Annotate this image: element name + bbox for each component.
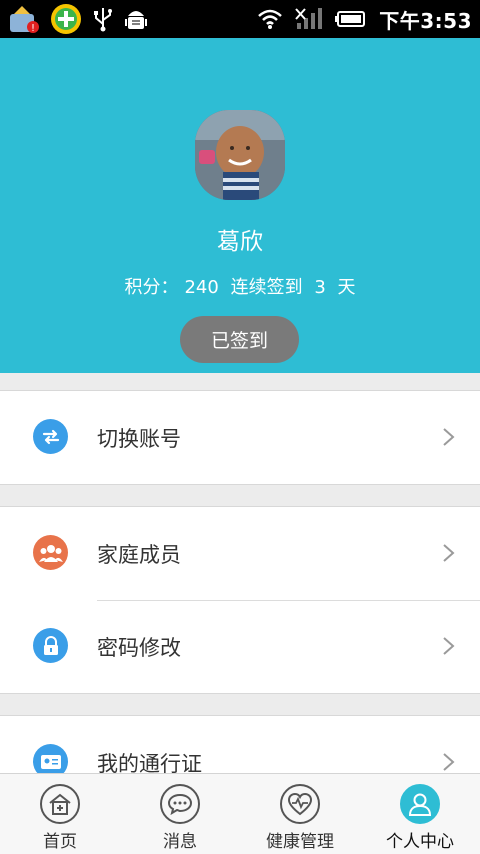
menu-label: 家庭成员 (97, 542, 181, 567)
wifi-icon (257, 8, 283, 30)
status-time: 下午3:53 (379, 8, 472, 33)
tab-profile[interactable]: 个人中心 (360, 774, 480, 854)
usb-icon (92, 6, 114, 32)
bottom-tab-bar: 首页 消息 健康管理 个人中心 (0, 773, 480, 854)
profile-header: 葛欣 积分： 240 连续签到 3 天 已签到 (0, 38, 480, 373)
avatar[interactable] (195, 110, 285, 200)
streak-value: 3 (314, 277, 326, 298)
menu-item-switch-account[interactable]: 切换账号 (0, 391, 480, 484)
no-signal-icon (295, 7, 323, 31)
user-icon (400, 784, 440, 824)
menu-group-account: 切换账号 (0, 390, 480, 485)
points-label: 积分： (124, 277, 179, 298)
streak-label: 连续签到 (230, 277, 303, 298)
menu-label: 切换账号 (97, 426, 181, 451)
points-value: 240 (184, 277, 219, 298)
menu-label: 密码修改 (97, 635, 181, 660)
health-icon (280, 784, 320, 824)
username: 葛欣 (217, 229, 263, 255)
tab-home[interactable]: 首页 (0, 774, 120, 854)
tab-label: 个人中心 (386, 832, 454, 852)
chevron-right-icon (443, 637, 455, 655)
plus-app-icon (50, 3, 82, 35)
chevron-right-icon (443, 753, 455, 771)
tab-messages[interactable]: 消息 (120, 774, 240, 854)
cleaner-app-icon: ! (8, 4, 40, 34)
tab-health[interactable]: 健康管理 (240, 774, 360, 854)
signin-button[interactable]: 已签到 (180, 316, 299, 363)
status-bar: ! 下午3:53 (0, 0, 480, 38)
message-icon (160, 784, 200, 824)
streak-unit: 天 (337, 277, 356, 298)
points-summary: 积分： 240 连续签到 3 天 (0, 273, 480, 299)
menu-group-settings: 家庭成员 密码修改 (0, 506, 480, 694)
tab-label: 首页 (43, 832, 77, 852)
svg-text:!: ! (31, 23, 35, 34)
chevron-right-icon (443, 428, 455, 446)
home-icon (40, 784, 80, 824)
battery-icon (335, 10, 367, 28)
menu-item-change-password[interactable]: 密码修改 (0, 600, 480, 693)
menu-item-family-members[interactable]: 家庭成员 (0, 507, 480, 600)
tab-label: 消息 (163, 832, 197, 852)
android-debug-icon (124, 6, 148, 32)
family-icon (33, 535, 68, 570)
lock-icon (33, 628, 68, 663)
switch-arrows-icon (33, 419, 68, 454)
chevron-right-icon (443, 544, 455, 562)
tab-label: 健康管理 (266, 832, 334, 852)
